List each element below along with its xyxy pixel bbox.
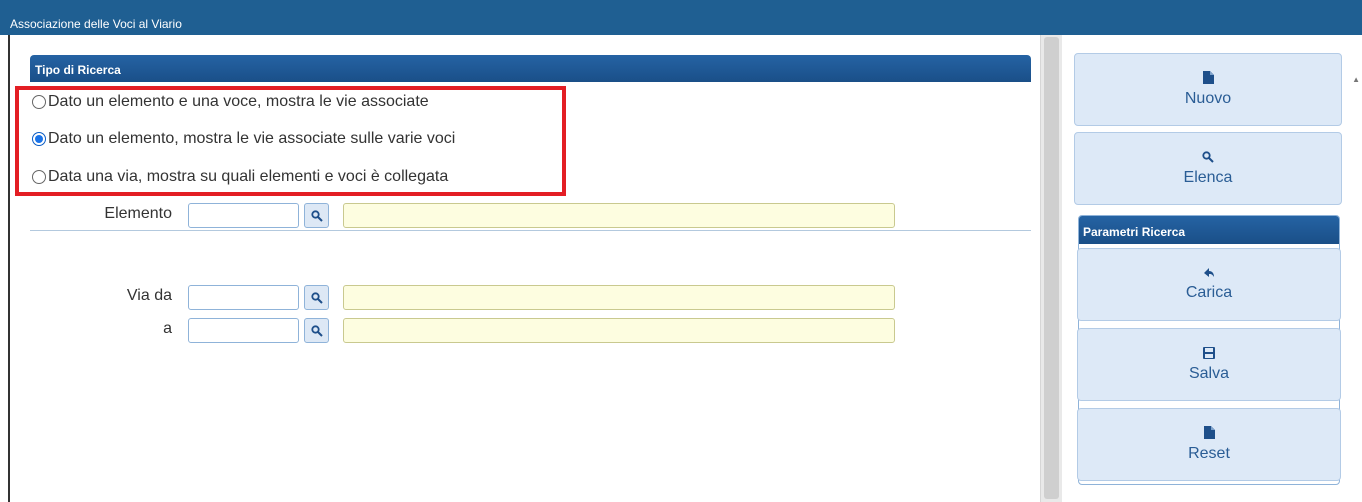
via-da-description-field[interactable] [343, 285, 895, 310]
via-da-code-input[interactable] [188, 285, 299, 310]
parametri-ricerca-header: Parametri Ricerca [1079, 216, 1339, 244]
elenca-label: Elenca [1183, 168, 1233, 186]
elemento-label: Elemento [104, 205, 172, 222]
undo-arrow-icon [1204, 268, 1214, 277]
scroll-up-arrow-icon[interactable]: ▲ [1352, 75, 1360, 84]
salva-label: Salva [1188, 364, 1230, 382]
nuovo-button[interactable]: Nuovo [1074, 53, 1342, 126]
salva-button[interactable]: Salva [1077, 328, 1341, 401]
a-description-field[interactable] [343, 318, 895, 343]
search-icon [310, 324, 323, 337]
a-code-input[interactable] [188, 318, 299, 343]
reset-label: Reset [1188, 445, 1230, 462]
a-lookup-button[interactable] [304, 318, 329, 343]
carica-button[interactable]: Carica [1077, 248, 1341, 321]
fieldset-divider [30, 230, 1031, 231]
actions-panel: ▲ Nuovo Elenca Parametri Ricerca Carica [1062, 35, 1362, 502]
via-da-label: Via da [126, 287, 172, 304]
scrollbar-thumb[interactable] [1044, 37, 1059, 499]
elenca-button[interactable]: Elenca [1074, 132, 1342, 205]
via-da-lookup-button[interactable] [304, 285, 329, 310]
document-icon [1202, 71, 1214, 84]
tipo-ricerca-header: Tipo di Ricerca [30, 55, 1031, 82]
window-title: Associazione delle Voci al Viario [10, 17, 182, 31]
document-icon [1203, 426, 1215, 439]
a-label: a [163, 320, 172, 337]
reset-button[interactable]: Reset [1077, 408, 1341, 481]
search-icon [1202, 150, 1214, 163]
parametri-ricerca-group: Parametri Ricerca Carica Salva Reset [1077, 215, 1341, 485]
elemento-code-input[interactable] [188, 203, 299, 228]
nuovo-label: Nuovo [1184, 90, 1232, 107]
elemento-lookup-button[interactable] [304, 203, 329, 228]
window-titlebar: Associazione delle Voci al Viario [0, 0, 1362, 35]
parametri-ricerca-title: Parametri Ricerca [1083, 225, 1186, 239]
tipo-ricerca-title: Tipo di Ricerca [35, 63, 121, 77]
elemento-description-field[interactable] [343, 203, 895, 228]
carica-label: Carica [1185, 284, 1233, 301]
floppy-disk-icon [1203, 346, 1215, 359]
vertical-scrollbar[interactable] [1040, 35, 1062, 502]
search-icon [310, 291, 323, 304]
highlight-annotation-box [15, 86, 566, 196]
search-icon [310, 209, 323, 222]
